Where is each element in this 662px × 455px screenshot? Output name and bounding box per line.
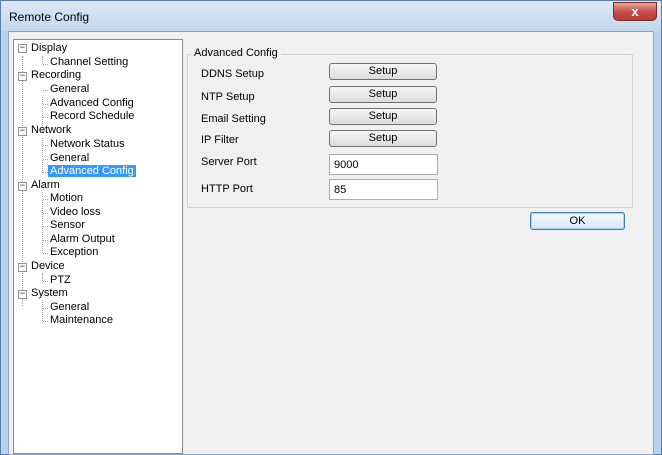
tree-branch-line bbox=[42, 192, 43, 253]
tree-item-recording[interactable]: Recording bbox=[31, 69, 81, 82]
tree-connector bbox=[43, 199, 48, 200]
expander-minus-icon[interactable]: − bbox=[18, 44, 27, 53]
tree-branch-line bbox=[42, 138, 43, 173]
ntp-setup-label: NTP Setup bbox=[201, 91, 255, 103]
http-port-label: HTTP Port bbox=[201, 183, 253, 195]
tree-item-ptz[interactable]: PTZ bbox=[50, 274, 71, 287]
ip-filter-label: IP Filter bbox=[201, 134, 239, 146]
tree-connector bbox=[43, 240, 48, 241]
expander-minus-icon[interactable]: − bbox=[18, 127, 27, 136]
title-bar[interactable]: Remote Config x bbox=[1, 1, 661, 31]
tree-item-record-schedule[interactable]: Record Schedule bbox=[50, 110, 134, 123]
tree-connector bbox=[43, 253, 48, 254]
expander-minus-icon[interactable]: − bbox=[18, 290, 27, 299]
tree-item-network-status[interactable]: Network Status bbox=[50, 138, 125, 151]
http-port-input[interactable] bbox=[329, 179, 438, 200]
window-title: Remote Config bbox=[9, 10, 90, 24]
server-port-input[interactable] bbox=[329, 154, 438, 175]
tree-connector bbox=[43, 321, 48, 322]
tree-connector bbox=[43, 64, 48, 65]
ok-button[interactable]: OK bbox=[530, 212, 625, 230]
tree-branch-line bbox=[42, 56, 43, 64]
tree-connector bbox=[43, 226, 48, 227]
tree-item-recording-advanced-config[interactable]: Advanced Config bbox=[50, 97, 134, 110]
tree-item-network[interactable]: Network bbox=[31, 124, 71, 137]
tree-item-motion[interactable]: Motion bbox=[50, 192, 83, 205]
tree-connector bbox=[43, 308, 48, 309]
group-title: Advanced Config bbox=[191, 47, 281, 59]
remote-config-window: Remote Config x − Display Channel Settin… bbox=[0, 0, 662, 455]
expander-minus-icon[interactable]: − bbox=[18, 182, 27, 191]
tree-branch-line bbox=[42, 273, 43, 281]
server-port-label: Server Port bbox=[201, 156, 257, 168]
tree-item-sensor[interactable]: Sensor bbox=[50, 219, 85, 232]
tree-item-maintenance[interactable]: Maintenance bbox=[50, 314, 113, 327]
tree-connector bbox=[43, 213, 48, 214]
close-icon[interactable]: x bbox=[613, 2, 657, 21]
tree-item-alarm-output[interactable]: Alarm Output bbox=[50, 233, 115, 246]
tree-connector bbox=[43, 145, 48, 146]
ntp-setup-button[interactable]: Setup bbox=[329, 86, 437, 103]
tree-item-network-advanced-config[interactable]: Advanced Config bbox=[48, 165, 136, 177]
tree-item-alarm[interactable]: Alarm bbox=[31, 179, 60, 192]
tree-item-video-loss[interactable]: Video loss bbox=[50, 206, 101, 219]
tree-item-network-general[interactable]: General bbox=[50, 152, 89, 165]
tree-item-system-general[interactable]: General bbox=[50, 301, 89, 314]
tree-connector bbox=[43, 281, 48, 282]
ip-filter-button[interactable]: Setup bbox=[329, 130, 437, 147]
tree-item-exception[interactable]: Exception bbox=[50, 246, 98, 259]
ddns-setup-label: DDNS Setup bbox=[201, 68, 264, 80]
client-area: − Display Channel Setting − Recording Ge… bbox=[8, 31, 654, 455]
tree-connector bbox=[43, 104, 48, 105]
email-setting-button[interactable]: Setup bbox=[329, 108, 437, 125]
tree-item-channel-setting[interactable]: Channel Setting bbox=[50, 56, 128, 69]
tree-item-system[interactable]: System bbox=[31, 287, 68, 300]
tree-item-device[interactable]: Device bbox=[31, 260, 65, 273]
email-setting-label: Email Setting bbox=[201, 113, 266, 125]
tree-connector bbox=[43, 117, 48, 118]
tree-item-network-advanced-config-row[interactable]: Advanced Config bbox=[48, 165, 136, 178]
expander-minus-icon[interactable]: − bbox=[18, 72, 27, 81]
ddns-setup-button[interactable]: Setup bbox=[329, 63, 437, 80]
tree-branch-line bbox=[42, 300, 43, 321]
tree-item-display[interactable]: Display bbox=[31, 42, 67, 55]
expander-minus-icon[interactable]: − bbox=[18, 263, 27, 272]
tree-item-recording-general[interactable]: General bbox=[50, 83, 89, 96]
config-tree[interactable]: − Display Channel Setting − Recording Ge… bbox=[13, 39, 183, 454]
tree-connector bbox=[43, 90, 48, 91]
tree-connector bbox=[43, 159, 48, 160]
